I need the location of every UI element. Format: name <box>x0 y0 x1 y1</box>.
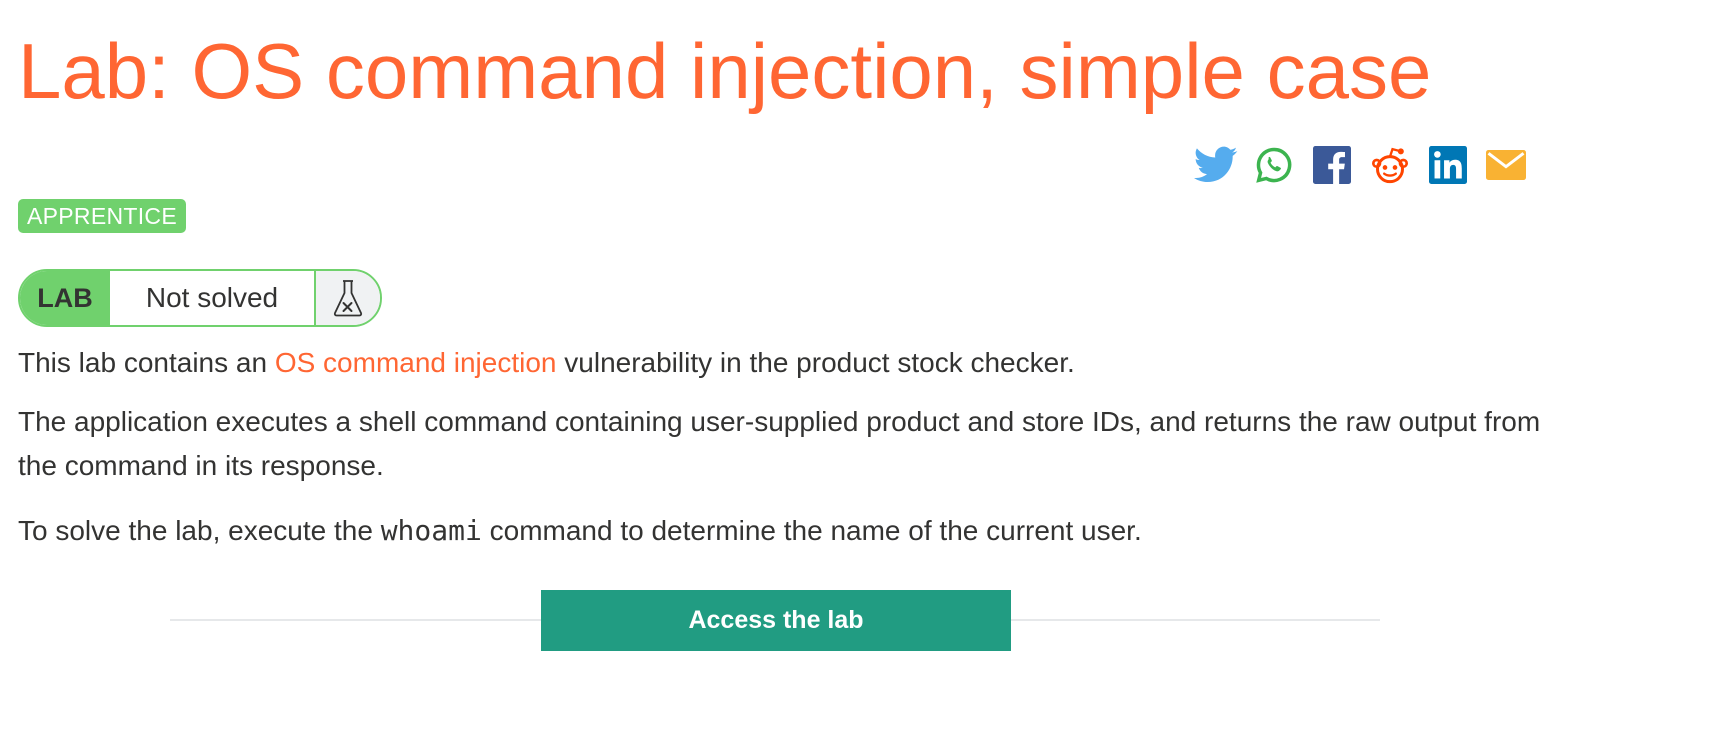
reddit-icon[interactable] <box>1368 144 1412 186</box>
p1-text-before: This lab contains an <box>18 347 275 378</box>
description-paragraph-3: To solve the lab, execute the whoami com… <box>18 509 1548 553</box>
lab-tag: LAB <box>20 271 110 325</box>
description-paragraph-1: This lab contains an OS command injectio… <box>18 341 1548 385</box>
linkedin-icon[interactable] <box>1426 144 1470 186</box>
lab-page: Lab: OS command injection, simple case A… <box>0 0 1734 744</box>
access-lab-row: Access the lab <box>170 590 1380 652</box>
page-title: Lab: OS command injection, simple case <box>18 27 1432 115</box>
lab-status-widget: LAB Not solved <box>18 269 382 327</box>
p3-text-after: command to determine the name of the cur… <box>481 515 1142 546</box>
whatsapp-icon[interactable] <box>1252 144 1296 186</box>
level-badge: APPRENTICE <box>18 199 186 233</box>
p1-text-after: vulnerability in the product stock check… <box>556 347 1075 378</box>
share-bar <box>1194 144 1528 186</box>
whoami-code: whoami <box>380 514 482 547</box>
description-paragraph-2: The application executes a shell command… <box>18 406 1541 481</box>
access-lab-button[interactable]: Access the lab <box>541 590 1011 651</box>
os-command-injection-link[interactable]: OS command injection <box>275 347 557 378</box>
facebook-icon[interactable] <box>1310 144 1354 186</box>
p3-text-before: To solve the lab, execute the <box>18 515 381 546</box>
email-icon[interactable] <box>1484 144 1528 186</box>
lab-status-text: Not solved <box>110 271 314 325</box>
flask-x-icon <box>314 271 380 325</box>
twitter-icon[interactable] <box>1194 144 1238 186</box>
